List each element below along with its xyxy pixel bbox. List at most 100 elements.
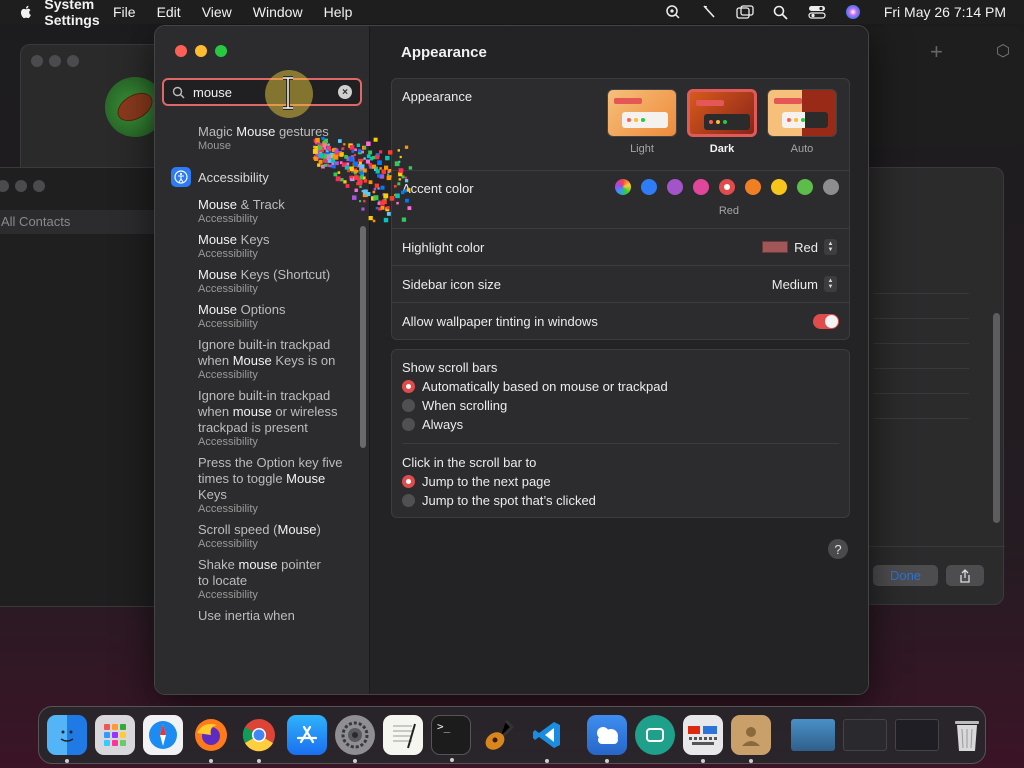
share-button[interactable] xyxy=(946,565,984,586)
menu-clock[interactable]: Fri May 26 7:14 PM xyxy=(884,4,1006,20)
highlight-row: Highlight color Red ▲ ▼ xyxy=(392,229,849,266)
plus-icon[interactable]: + xyxy=(930,39,943,65)
sidebar-icon-select[interactable]: Medium ▲ ▼ xyxy=(772,276,837,292)
clear-search-icon[interactable]: × xyxy=(338,85,352,99)
click-scroll-label: Click in the scroll bar to xyxy=(402,455,537,470)
system-settings-icon[interactable] xyxy=(335,715,375,763)
result-mouse-trackpad[interactable]: Mouse & Track Accessibility xyxy=(155,197,365,226)
highlight-select[interactable]: Red ▲ ▼ xyxy=(762,239,837,255)
safari-icon[interactable] xyxy=(143,715,183,755)
scrollbar-thumb[interactable] xyxy=(993,313,1000,523)
radio-label: When scrolling xyxy=(422,398,508,413)
accent-swatch-green[interactable] xyxy=(797,179,813,195)
menu-file[interactable]: File xyxy=(113,4,136,20)
result-ignore-trackpad-mouse-keys[interactable]: Ignore built-in trackpad when Mouse Keys… xyxy=(155,337,365,382)
screen-capture-icon[interactable] xyxy=(635,715,675,755)
sidebar-icon-label: Sidebar icon size xyxy=(402,277,501,292)
weather-icon[interactable] xyxy=(587,715,627,763)
firefox-icon[interactable] xyxy=(191,715,231,763)
siri-icon[interactable] xyxy=(844,4,862,20)
background-window-contacts[interactable]: All Contacts xyxy=(0,167,166,607)
apple-menu-icon[interactable] xyxy=(18,4,34,20)
result-use-inertia[interactable]: Use inertia when xyxy=(155,608,365,624)
result-mouse-keys[interactable]: Mouse Keys Accessibility xyxy=(155,232,365,261)
garageband-icon[interactable] xyxy=(479,715,519,755)
accent-swatch-blue[interactable] xyxy=(641,179,657,195)
appearance-light-option[interactable]: Light xyxy=(607,89,677,155)
minimized-window-thumb[interactable] xyxy=(843,719,887,751)
terminal-icon[interactable]: >_ xyxy=(431,715,471,762)
appearance-options: Light Dark Auto xyxy=(607,89,837,155)
search-field[interactable]: mouse × xyxy=(162,78,362,106)
minimized-window-thumb[interactable] xyxy=(895,719,939,751)
trash-icon[interactable] xyxy=(947,715,987,755)
help-button[interactable]: ? xyxy=(828,539,848,559)
accent-swatch-multicolor[interactable] xyxy=(615,179,631,195)
minimize-button[interactable] xyxy=(195,45,207,57)
script-icon[interactable] xyxy=(700,4,718,20)
highlight-label: Highlight color xyxy=(402,240,485,255)
chrome-icon[interactable] xyxy=(239,715,279,763)
finder-icon[interactable] xyxy=(47,715,87,763)
menu-bar: System Settings File Edit View Window He… xyxy=(0,0,1024,28)
cube-icon[interactable]: ⬡ xyxy=(996,41,1010,61)
wallpaper-tint-toggle[interactable] xyxy=(813,314,839,329)
launchpad-icon[interactable] xyxy=(95,715,135,755)
accent-swatch-pink[interactable] xyxy=(693,179,709,195)
accent-swatch-red[interactable] xyxy=(719,179,735,195)
chevron-updown-icon: ▲ ▼ xyxy=(824,276,837,292)
vscode-icon[interactable] xyxy=(527,715,567,763)
appearance-auto-option[interactable]: Auto xyxy=(767,89,837,155)
radio-scroll-auto[interactable]: Automatically based on mouse or trackpad xyxy=(402,379,668,394)
sidebar-scrollbar[interactable] xyxy=(360,226,366,448)
search-results: Magic Mouse gestures Mouse Accessibility… xyxy=(155,116,365,630)
page-title: Appearance xyxy=(401,44,487,61)
result-group-accessibility: Accessibility xyxy=(155,167,365,187)
screens-icon[interactable] xyxy=(736,4,754,20)
result-shake-mouse[interactable]: Shake mouse pointer to locate Accessibil… xyxy=(155,557,365,602)
radio-label: Jump to the spot that’s clicked xyxy=(422,493,596,508)
textedit-icon[interactable] xyxy=(383,715,423,755)
appearance-card: Appearance Light Dark Auto Accent color … xyxy=(391,78,850,340)
chevron-updown-icon: ▲ ▼ xyxy=(824,239,837,255)
focus-icon[interactable] xyxy=(664,4,682,20)
result-ignore-trackpad-wireless[interactable]: Ignore built-in trackpad when mouse or w… xyxy=(155,388,365,449)
all-contacts-label[interactable]: All Contacts xyxy=(1,214,70,229)
accent-swatch-orange[interactable] xyxy=(745,179,761,195)
result-mouse-keys-shortcut[interactable]: Mouse Keys (Shortcut) Accessibility xyxy=(155,267,365,296)
radio-jump-spot[interactable]: Jump to the spot that’s clicked xyxy=(402,493,596,508)
search-icon xyxy=(172,86,185,99)
contacts-icon[interactable] xyxy=(731,715,771,763)
result-option-key-toggle[interactable]: Press the Option key five times to toggl… xyxy=(155,455,365,516)
accent-swatch-yellow[interactable] xyxy=(771,179,787,195)
menu-edit[interactable]: Edit xyxy=(157,4,181,20)
wallpaper-tint-row: Allow wallpaper tinting in windows xyxy=(392,303,849,340)
result-scroll-speed[interactable]: Scroll speed (Mouse) Accessibility xyxy=(155,522,365,551)
radio-unselected-icon xyxy=(402,494,415,507)
control-center-icon[interactable] xyxy=(808,4,826,20)
radio-scroll-always[interactable]: Always xyxy=(402,417,463,432)
menu-view[interactable]: View xyxy=(202,4,232,20)
result-mouse-options[interactable]: Mouse Options Accessibility xyxy=(155,302,365,331)
keyboard-viewer-icon[interactable] xyxy=(683,715,723,763)
zoom-button[interactable] xyxy=(215,45,227,57)
menu-help[interactable]: Help xyxy=(324,4,353,20)
sidebar-icon-value: Medium xyxy=(771,276,818,292)
menu-app-name[interactable]: System Settings xyxy=(44,0,99,32)
spotlight-icon[interactable] xyxy=(772,4,790,20)
appearance-dark-option[interactable]: Dark xyxy=(687,89,757,155)
radio-jump-next-page[interactable]: Jump to the next page xyxy=(402,474,551,489)
radio-scroll-when-scrolling[interactable]: When scrolling xyxy=(402,398,507,413)
result-subtitle: Mouse xyxy=(198,140,232,152)
done-button[interactable]: Done xyxy=(873,565,938,586)
accent-swatch-graphite[interactable] xyxy=(823,179,839,195)
result-magic-mouse-gestures[interactable]: Magic Mouse gestures Mouse xyxy=(155,124,365,153)
share-icon xyxy=(960,568,970,583)
appearance-auto-label: Auto xyxy=(790,143,814,155)
menu-window[interactable]: Window xyxy=(253,4,303,20)
app-store-icon[interactable] xyxy=(287,715,327,755)
accent-swatch-purple[interactable] xyxy=(667,179,683,195)
minimized-window-thumb[interactable] xyxy=(791,719,835,751)
close-button[interactable] xyxy=(175,45,187,57)
background-window-right[interactable]: Done xyxy=(862,167,1005,605)
